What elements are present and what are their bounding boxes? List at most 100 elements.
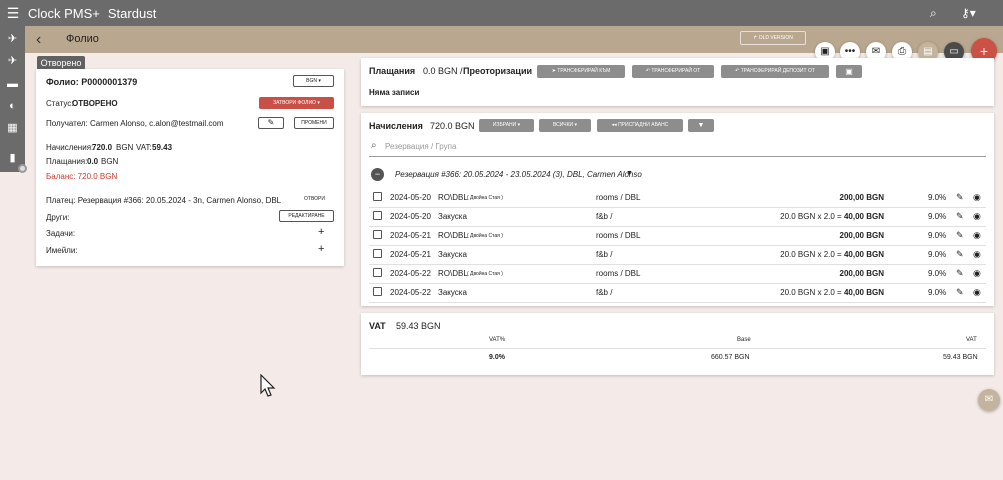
payments-value: 0.0 (87, 157, 99, 166)
vat-vat-value: 59.43 BGN (943, 354, 978, 361)
row-date: 2024-05-20 (390, 193, 431, 202)
row-checkbox[interactable] (373, 268, 382, 277)
search-icon: ⌕ (371, 140, 377, 151)
row-divider (369, 302, 986, 303)
vat-base-value: 660.57 BGN (711, 354, 750, 361)
housekeeping-icon[interactable]: ◐ (6, 100, 19, 113)
edit-recipient-button[interactable]: ✎ (258, 117, 284, 129)
payments-summary: 0.0 BGN / (423, 66, 463, 76)
payer-text: Платец: Резервация #366: 20.05.2024 - 3n… (46, 196, 282, 205)
arrivals-icon[interactable]: ✈ (6, 33, 19, 46)
row-checkbox[interactable] (373, 230, 382, 239)
eye-icon[interactable]: ◉ (973, 230, 981, 241)
filter-icon[interactable]: ▼ (688, 119, 714, 132)
charge-row: 2024-05-20 RO\DBL( Двойна Стая ) rooms / D… (361, 189, 994, 208)
row-checkbox[interactable] (373, 211, 382, 220)
charge-row: 2024-05-22 Закуска f&b / 20.0 BGN x 2.0 = 4… (361, 284, 994, 303)
calendar-icon[interactable]: ▦ (6, 122, 19, 135)
row-calc: 200,00 BGN (839, 269, 884, 278)
edit-icon[interactable]: ✎ (956, 249, 964, 260)
status-tooltip: Отворено (37, 56, 85, 70)
add-email-icon[interactable]: + (318, 243, 324, 255)
old-version-button[interactable]: ↱ OLD VERSION (740, 31, 806, 45)
row-calc: 200,00 BGN (839, 231, 884, 240)
folio-icon[interactable]: ▮ (6, 152, 19, 165)
help-icon[interactable]: ✉ (978, 389, 1000, 411)
safe-icon[interactable]: ▣ (836, 65, 862, 78)
row-checkbox[interactable] (373, 192, 382, 201)
collapse-icon[interactable]: − (371, 168, 384, 181)
row-vat: 9.0% (928, 193, 947, 202)
currency-select[interactable]: BGN ▾ (293, 75, 334, 87)
row-checkbox[interactable] (373, 249, 382, 258)
transfer-to-button[interactable]: ➤ ТРАНСФЕРИРАЙ КЪМ (537, 65, 625, 78)
vat-rate-header: VAT% (489, 337, 506, 343)
app-name: Clock PMS+ (28, 5, 100, 21)
vat-label: VAT: (136, 143, 152, 152)
charges-value: 720.0 (92, 143, 113, 152)
row-subname: ( Двойна Стая ) (467, 195, 503, 201)
row-vat: 9.0% (928, 231, 947, 240)
open-button[interactable]: ОТВОРИ (304, 196, 325, 202)
search-icon[interactable]: ⌕ (930, 6, 937, 21)
vat-title: VAT (369, 321, 386, 331)
row-date: 2024-05-20 (390, 212, 431, 221)
rooms-icon[interactable]: ▬ (6, 78, 19, 91)
add-task-icon[interactable]: + (318, 226, 324, 238)
row-name: Закуска (438, 250, 467, 259)
eye-icon[interactable]: ◉ (973, 268, 981, 279)
eye-icon[interactable]: ◉ (973, 249, 981, 260)
charge-row: 2024-05-22 RO\DBL( Двойна Стая ) rooms / D… (361, 265, 994, 284)
all-button[interactable]: ВСИЧКИ ▾ (539, 119, 591, 132)
edit-icon[interactable]: ✎ (956, 192, 964, 203)
edit-icon[interactable]: ✎ (956, 211, 964, 222)
row-category: f&b / (596, 250, 613, 259)
page-title: Фолио (66, 33, 99, 45)
vat-card: VAT 59.43 BGN VAT% Base VAT 9.0% 660.57 … (361, 313, 994, 375)
row-vat: 9.0% (928, 288, 947, 297)
deduct-advance-button[interactable]: ◂◂ ПРИСПАДНИ АВАНС (597, 119, 683, 132)
edit-icon[interactable]: ✎ (956, 230, 964, 241)
search-input[interactable]: Резервация / Група (385, 142, 456, 151)
edit-icon[interactable]: ✎ (956, 268, 964, 279)
charge-row: 2024-05-20 Закуска f&b / 20.0 BGN x 2.0 = 4… (361, 208, 994, 227)
eye-icon[interactable]: ◉ (973, 287, 981, 298)
row-name: RO\DBL (438, 193, 468, 202)
folio-heading: Фолио: P0000001379 (46, 77, 138, 87)
payments-empty: Няма записи (369, 88, 420, 97)
group-dropdown-icon[interactable]: ▼ (626, 170, 633, 177)
top-bar: ☰ Clock PMS+ Stardust ⌕ ⚷▾ (0, 0, 1003, 26)
row-date: 2024-05-22 (390, 269, 431, 278)
edit-button[interactable]: РЕДАКТИРАНЕ (279, 210, 334, 222)
row-category: rooms / DBL (596, 269, 641, 278)
row-date: 2024-05-21 (390, 250, 431, 259)
row-vat: 9.0% (928, 250, 947, 259)
row-vat: 9.0% (928, 269, 947, 278)
edit-icon[interactable]: ✎ (956, 287, 964, 298)
row-date: 2024-05-21 (390, 231, 431, 240)
hamburger-icon[interactable]: ☰ (0, 5, 26, 22)
transfer-deposit-button[interactable]: ↶ ТРАНСФЕРИРАЙ ДЕПОЗИТ ОТ (721, 65, 829, 78)
row-category: f&b / (596, 212, 613, 221)
vat-base-header: Base (737, 337, 751, 343)
row-category: f&b / (596, 288, 613, 297)
selected-button[interactable]: ИЗБРАНИ ▾ (479, 119, 534, 132)
search-underline (369, 156, 986, 157)
close-folio-button[interactable]: ЗАТВОРИ ФОЛИО ▾ (259, 97, 334, 109)
recipient-text: Получател: Carmen Alonso, c.alon@testmai… (46, 119, 224, 128)
key-icon[interactable]: ⚷▾ (961, 6, 976, 20)
row-subname: ( Двойна Стая ) (467, 271, 503, 277)
eye-icon[interactable]: ◉ (973, 211, 981, 222)
change-button[interactable]: ПРОМЕНИ (294, 117, 334, 129)
departures-icon[interactable]: ✈ (6, 55, 19, 68)
row-name: RO\DBL (438, 231, 468, 240)
eye-icon[interactable]: ◉ (973, 192, 981, 203)
charge-row: 2024-05-21 RO\DBL( Двойна Стая ) rooms / D… (361, 227, 994, 246)
balance-text: Баланс: 720.0 BGN (46, 172, 118, 181)
row-checkbox[interactable] (373, 287, 382, 296)
transfer-from-button[interactable]: ↶ ТРАНСФЕРИРАЙ ОТ (632, 65, 714, 78)
sidebar-toggle[interactable] (18, 164, 27, 173)
status-value: ОТВОРЕНО (72, 99, 118, 108)
charges-currency: BGN (116, 143, 134, 152)
back-arrow-icon[interactable]: ‹ (36, 31, 41, 49)
